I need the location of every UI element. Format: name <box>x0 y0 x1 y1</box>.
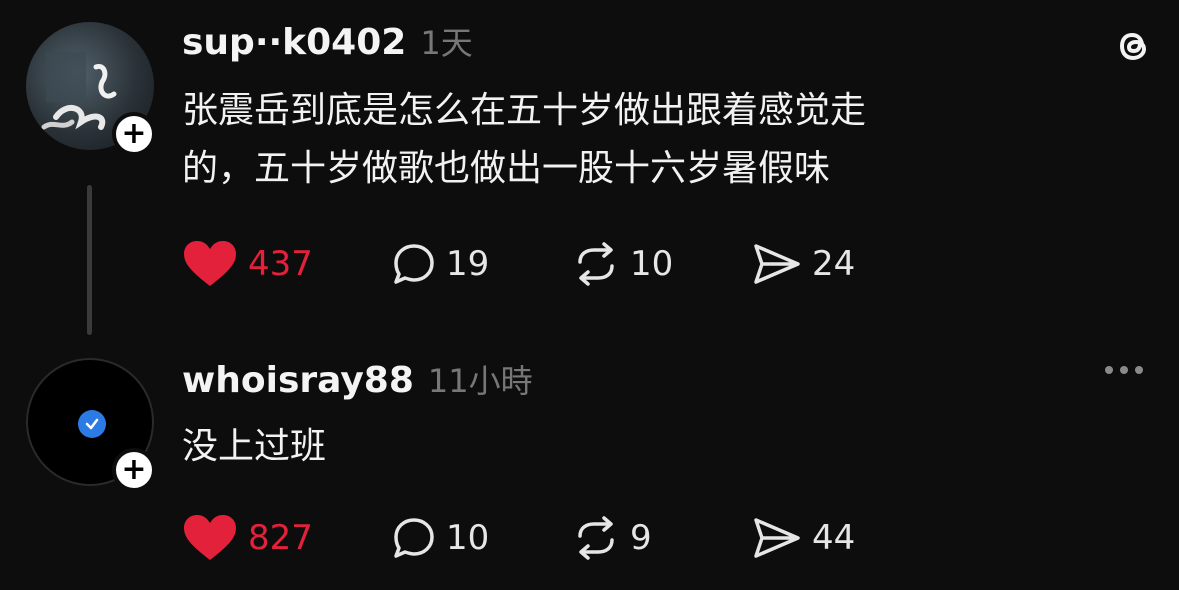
thread-connector-line <box>87 185 92 335</box>
like-button[interactable]: 827 <box>182 514 392 562</box>
like-button[interactable]: 437 <box>182 240 392 288</box>
reply-button[interactable]: 19 <box>392 242 572 286</box>
repost-count: 10 <box>630 244 674 284</box>
post-header: whoisray88 11小時 <box>182 356 533 402</box>
username[interactable]: sup··k0402 <box>182 22 406 63</box>
share-count: 44 <box>812 518 856 558</box>
repost-button[interactable]: 9 <box>572 516 752 560</box>
action-bar: 437 19 10 24 <box>182 240 855 288</box>
heart-icon <box>184 515 236 560</box>
like-count: 827 <box>248 518 313 558</box>
repost-icon <box>578 516 614 560</box>
post-header: sup··k0402 1天 <box>182 18 473 64</box>
thread-post: + sup··k0402 1天 张震岳到底是怎么在五十岁做出跟着感觉走 的，五十… <box>0 0 1179 340</box>
timestamp: 1天 <box>420 24 473 62</box>
action-bar: 827 10 9 44 <box>182 514 855 562</box>
comment-icon <box>394 244 434 284</box>
username[interactable]: whoisray88 <box>182 360 414 401</box>
send-icon <box>754 518 800 558</box>
heart-icon <box>184 241 236 286</box>
like-count: 437 <box>248 244 313 284</box>
more-options-icon[interactable] <box>1105 366 1143 374</box>
reply-count: 10 <box>446 518 490 558</box>
post-text: 张震岳到底是怎么在五十岁做出跟着感觉走 的，五十岁做歌也做出一股十六岁暑假味 <box>182 90 867 189</box>
repost-count: 9 <box>630 518 652 558</box>
follow-plus-button[interactable]: + <box>112 112 156 156</box>
comment-icon <box>394 518 434 558</box>
send-icon <box>754 244 800 284</box>
reply-count: 19 <box>446 244 490 284</box>
repost-icon <box>578 242 614 286</box>
follow-plus-button[interactable]: + <box>112 448 156 492</box>
post-text: 没上过班 <box>182 426 327 467</box>
share-button[interactable]: 24 <box>752 242 855 286</box>
share-button[interactable]: 44 <box>752 516 855 560</box>
thread-post: + whoisray88 11小時 没上过班 827 10 9 44 <box>0 340 1179 590</box>
reply-button[interactable]: 10 <box>392 516 572 560</box>
share-count: 24 <box>812 244 856 284</box>
timestamp: 11小時 <box>427 362 533 400</box>
verified-badge-icon <box>78 410 106 438</box>
repost-button[interactable]: 10 <box>572 242 752 286</box>
